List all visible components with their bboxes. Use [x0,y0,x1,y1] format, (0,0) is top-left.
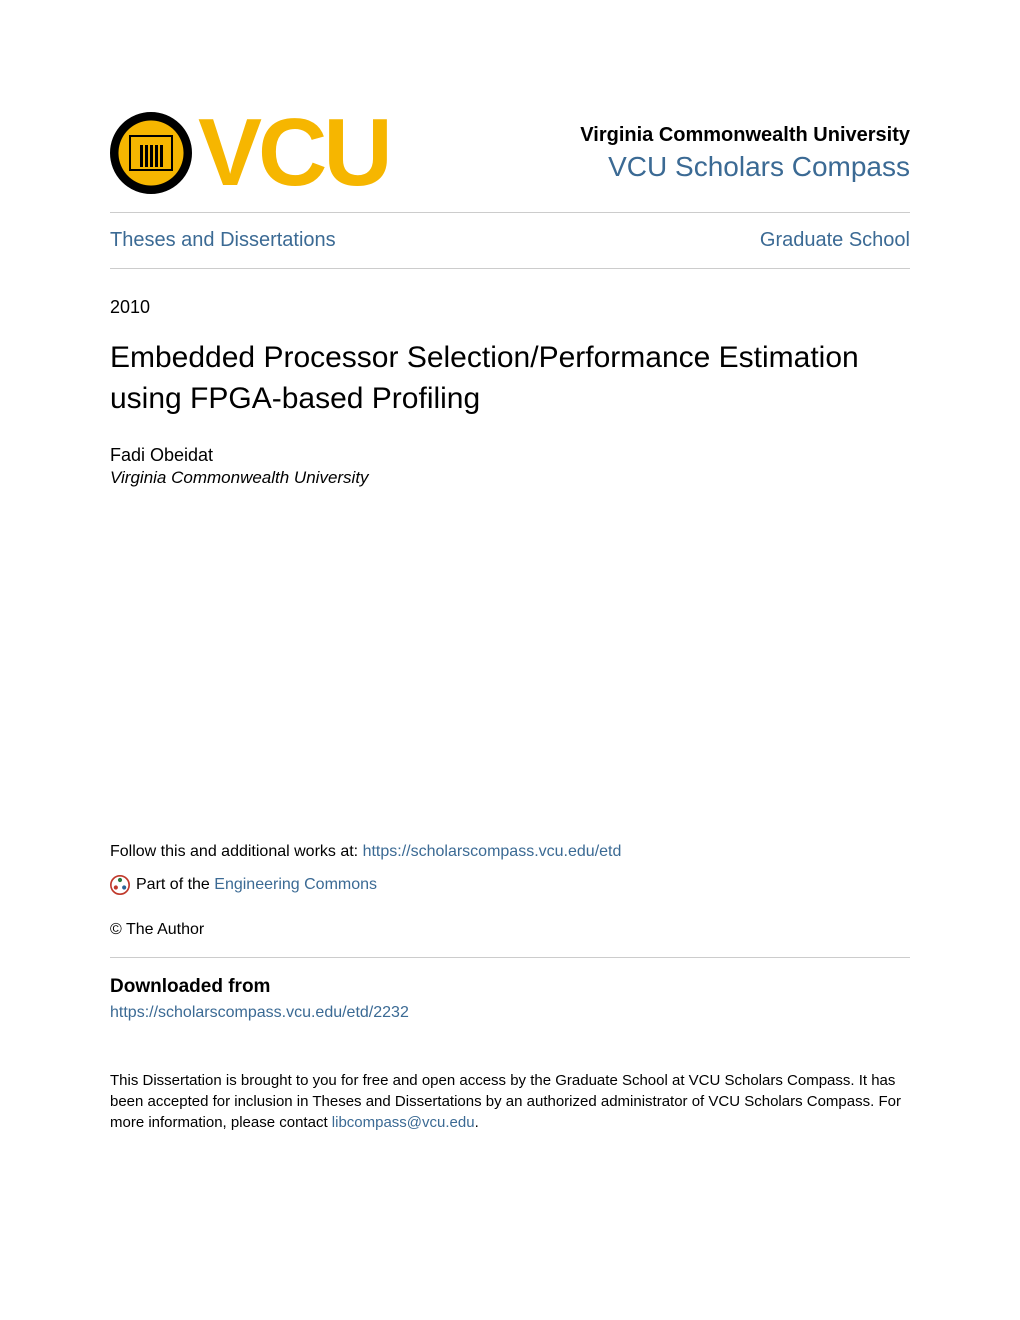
follow-url-link[interactable]: https://scholarscompass.vcu.edu/etd [363,843,622,860]
theses-dissertations-link[interactable]: Theses and Dissertations [110,229,336,252]
author-name: Fadi Obeidat [110,445,910,466]
university-seal-icon [110,112,192,194]
logo-block: VCU [110,110,389,196]
author-affiliation: Virginia Commonwealth University [110,468,910,488]
institution-name: Virginia Commonwealth University [580,124,910,147]
footer-text: This Dissertation is brought to you for … [110,1070,910,1133]
download-url-link[interactable]: https://scholarscompass.vcu.edu/etd/2232 [110,1004,910,1022]
contact-email-link[interactable]: libcompass@vcu.edu [332,1114,475,1131]
footer-text-suffix: . [475,1114,479,1131]
follow-line: Follow this and additional works at: htt… [110,843,910,861]
vcu-logo-text: VCU [198,110,389,196]
publication-year: 2010 [110,297,910,318]
nav-row: Theses and Dissertations Graduate School [110,213,910,268]
footer-text-body: This Dissertation is brought to you for … [110,1072,901,1131]
follow-prefix: Follow this and additional works at: [110,843,363,860]
part-of-text: Part of the Engineering Commons [136,876,377,894]
downloaded-from-heading: Downloaded from [110,976,910,998]
part-of-row: Part of the Engineering Commons [110,875,910,895]
header-row: VCU Virginia Commonwealth University VCU… [110,110,910,196]
network-icon [110,875,130,895]
copyright-text: © The Author [110,921,910,939]
page-title: Embedded Processor Selection/Performance… [110,338,910,419]
institution-block: Virginia Commonwealth University VCU Sch… [580,124,910,183]
divider [110,268,910,269]
graduate-school-link[interactable]: Graduate School [760,229,910,252]
engineering-commons-link[interactable]: Engineering Commons [214,876,377,893]
part-of-prefix: Part of the [136,876,214,893]
divider [110,957,910,958]
scholars-compass-link[interactable]: VCU Scholars Compass [580,151,910,183]
